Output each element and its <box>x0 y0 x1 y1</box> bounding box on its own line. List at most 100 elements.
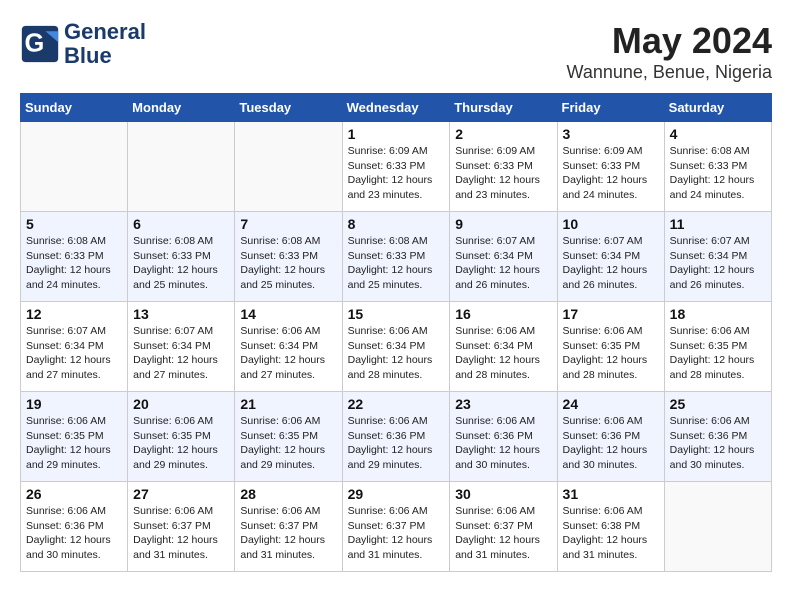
weekday-header-tuesday: Tuesday <box>235 94 342 122</box>
day-info: Sunrise: 6:09 AM Sunset: 6:33 PM Dayligh… <box>455 144 551 203</box>
day-info: Sunrise: 6:06 AM Sunset: 6:36 PM Dayligh… <box>348 414 445 473</box>
day-number: 11 <box>670 216 766 232</box>
calendar-day-13: 13Sunrise: 6:07 AM Sunset: 6:34 PM Dayli… <box>128 302 235 392</box>
page-header: G General Blue May 2024 Wannune, Benue, … <box>20 20 772 83</box>
day-number: 14 <box>240 306 336 322</box>
calendar-week-row: 26 Sunrise: 6:06 AM Sunset: 6:36 PM Dayli… <box>21 482 772 572</box>
day-number: 27 <box>133 486 229 502</box>
day-info: Sunrise: 6:08 AM Sunset: 6:33 PM Dayligh… <box>133 234 229 293</box>
calendar-day-28: 28 Sunrise: 6:06 AM Sunset: 6:37 PM Dayli… <box>235 482 342 572</box>
calendar-day-20: 20 Sunrise: 6:06 AM Sunset: 6:35 PM Dayli… <box>128 392 235 482</box>
day-info: Sunrise: 6:06 AM Sunset: 6:35 PM Dayligh… <box>133 414 229 473</box>
calendar-day-23: 23 Sunrise: 6:06 AM Sunset: 6:36 PM Dayli… <box>450 392 557 482</box>
day-info: Sunrise: 6:07 AM Sunset: 6:34 PM Dayligh… <box>563 234 659 293</box>
day-info: Sunrise: 6:06 AM Sunset: 6:35 PM Dayligh… <box>240 414 336 473</box>
day-number: 23 <box>455 396 551 412</box>
calendar-day-25: 25 Sunrise: 6:06 AM Sunset: 6:36 PM Dayli… <box>664 392 771 482</box>
calendar-day-17: 17Sunrise: 6:06 AM Sunset: 6:35 PM Dayli… <box>557 302 664 392</box>
day-info: Sunrise: 6:07 AM Sunset: 6:34 PM Dayligh… <box>670 234 766 293</box>
day-number: 19 <box>26 396 122 412</box>
calendar-day-24: 24 Sunrise: 6:06 AM Sunset: 6:36 PM Dayli… <box>557 392 664 482</box>
day-info: Sunrise: 6:08 AM Sunset: 6:33 PM Dayligh… <box>670 144 766 203</box>
calendar-day-30: 30Sunrise: 6:06 AM Sunset: 6:37 PM Dayli… <box>450 482 557 572</box>
calendar-day-empty <box>21 122 128 212</box>
day-info: Sunrise: 6:06 AM Sunset: 6:37 PM Dayligh… <box>455 504 551 563</box>
day-number: 5 <box>26 216 122 232</box>
logo-line2: Blue <box>64 43 112 68</box>
logo-text: General Blue <box>64 20 146 68</box>
day-info: Sunrise: 6:06 AM Sunset: 6:36 PM Dayligh… <box>563 414 659 473</box>
day-info: Sunrise: 6:08 AM Sunset: 6:33 PM Dayligh… <box>348 234 445 293</box>
day-number: 10 <box>563 216 659 232</box>
day-info: Sunrise: 6:07 AM Sunset: 6:34 PM Dayligh… <box>455 234 551 293</box>
day-info: Sunrise: 6:08 AM Sunset: 6:33 PM Dayligh… <box>240 234 336 293</box>
day-number: 29 <box>348 486 445 502</box>
day-number: 4 <box>670 126 766 142</box>
calendar-day-15: 15 Sunrise: 6:06 AM Sunset: 6:34 PM Dayli… <box>342 302 450 392</box>
calendar-day-27: 27Sunrise: 6:06 AM Sunset: 6:37 PM Dayli… <box>128 482 235 572</box>
day-info: Sunrise: 6:06 AM Sunset: 6:34 PM Dayligh… <box>240 324 336 383</box>
day-number: 20 <box>133 396 229 412</box>
weekday-header-wednesday: Wednesday <box>342 94 450 122</box>
day-number: 31 <box>563 486 659 502</box>
day-number: 25 <box>670 396 766 412</box>
svg-text:G: G <box>25 29 45 57</box>
day-number: 22 <box>348 396 445 412</box>
calendar-day-18: 18Sunrise: 6:06 AM Sunset: 6:35 PM Dayli… <box>664 302 771 392</box>
day-info: Sunrise: 6:06 AM Sunset: 6:36 PM Dayligh… <box>26 504 122 563</box>
calendar-day-5: 5 Sunrise: 6:08 AM Sunset: 6:33 PM Daylig… <box>21 212 128 302</box>
calendar-day-14: 14 Sunrise: 6:06 AM Sunset: 6:34 PM Dayli… <box>235 302 342 392</box>
day-number: 2 <box>455 126 551 142</box>
calendar-week-row: 12 Sunrise: 6:07 AM Sunset: 6:34 PM Dayli… <box>21 302 772 392</box>
month-year: May 2024 <box>567 20 772 62</box>
day-number: 15 <box>348 306 445 322</box>
day-info: Sunrise: 6:06 AM Sunset: 6:34 PM Dayligh… <box>348 324 445 383</box>
day-number: 8 <box>348 216 445 232</box>
calendar-day-29: 29Sunrise: 6:06 AM Sunset: 6:37 PM Dayli… <box>342 482 450 572</box>
day-number: 24 <box>563 396 659 412</box>
calendar-day-19: 19 Sunrise: 6:06 AM Sunset: 6:35 PM Dayli… <box>21 392 128 482</box>
logo-line1: General <box>64 19 146 44</box>
day-number: 21 <box>240 396 336 412</box>
calendar-day-9: 9 Sunrise: 6:07 AM Sunset: 6:34 PM Daylig… <box>450 212 557 302</box>
weekday-header-saturday: Saturday <box>664 94 771 122</box>
calendar-day-22: 22 Sunrise: 6:06 AM Sunset: 6:36 PM Dayli… <box>342 392 450 482</box>
day-number: 3 <box>563 126 659 142</box>
day-info: Sunrise: 6:06 AM Sunset: 6:34 PM Dayligh… <box>455 324 551 383</box>
day-number: 12 <box>26 306 122 322</box>
day-info: Sunrise: 6:06 AM Sunset: 6:35 PM Dayligh… <box>26 414 122 473</box>
day-number: 26 <box>26 486 122 502</box>
calendar-day-8: 8 Sunrise: 6:08 AM Sunset: 6:33 PM Daylig… <box>342 212 450 302</box>
day-info: Sunrise: 6:06 AM Sunset: 6:36 PM Dayligh… <box>455 414 551 473</box>
day-info: Sunrise: 6:06 AM Sunset: 6:35 PM Dayligh… <box>670 324 766 383</box>
calendar-day-21: 21 Sunrise: 6:06 AM Sunset: 6:35 PM Dayli… <box>235 392 342 482</box>
calendar-day-6: 6Sunrise: 6:08 AM Sunset: 6:33 PM Daylig… <box>128 212 235 302</box>
calendar-table: SundayMondayTuesdayWednesdayThursdayFrid… <box>20 93 772 572</box>
day-info: Sunrise: 6:08 AM Sunset: 6:33 PM Dayligh… <box>26 234 122 293</box>
day-number: 9 <box>455 216 551 232</box>
calendar-day-4: 4 Sunrise: 6:08 AM Sunset: 6:33 PM Daylig… <box>664 122 771 212</box>
day-info: Sunrise: 6:06 AM Sunset: 6:36 PM Dayligh… <box>670 414 766 473</box>
day-info: Sunrise: 6:06 AM Sunset: 6:37 PM Dayligh… <box>240 504 336 563</box>
calendar-week-row: 1Sunrise: 6:09 AM Sunset: 6:33 PM Daylig… <box>21 122 772 212</box>
calendar-day-31: 31Sunrise: 6:06 AM Sunset: 6:38 PM Dayli… <box>557 482 664 572</box>
weekday-header-thursday: Thursday <box>450 94 557 122</box>
day-number: 16 <box>455 306 551 322</box>
calendar-day-empty <box>235 122 342 212</box>
weekday-header-sunday: Sunday <box>21 94 128 122</box>
calendar-day-empty <box>128 122 235 212</box>
day-number: 17 <box>563 306 659 322</box>
calendar-day-16: 16 Sunrise: 6:06 AM Sunset: 6:34 PM Dayli… <box>450 302 557 392</box>
weekday-header-friday: Friday <box>557 94 664 122</box>
day-info: Sunrise: 6:07 AM Sunset: 6:34 PM Dayligh… <box>133 324 229 383</box>
day-info: Sunrise: 6:07 AM Sunset: 6:34 PM Dayligh… <box>26 324 122 383</box>
calendar-day-1: 1Sunrise: 6:09 AM Sunset: 6:33 PM Daylig… <box>342 122 450 212</box>
calendar-day-2: 2 Sunrise: 6:09 AM Sunset: 6:33 PM Daylig… <box>450 122 557 212</box>
calendar-day-7: 7Sunrise: 6:08 AM Sunset: 6:33 PM Daylig… <box>235 212 342 302</box>
calendar-day-12: 12 Sunrise: 6:07 AM Sunset: 6:34 PM Dayli… <box>21 302 128 392</box>
calendar-week-row: 5 Sunrise: 6:08 AM Sunset: 6:33 PM Daylig… <box>21 212 772 302</box>
calendar-week-row: 19 Sunrise: 6:06 AM Sunset: 6:35 PM Dayli… <box>21 392 772 482</box>
calendar-day-10: 10 Sunrise: 6:07 AM Sunset: 6:34 PM Dayli… <box>557 212 664 302</box>
day-number: 28 <box>240 486 336 502</box>
calendar-day-3: 3Sunrise: 6:09 AM Sunset: 6:33 PM Daylig… <box>557 122 664 212</box>
